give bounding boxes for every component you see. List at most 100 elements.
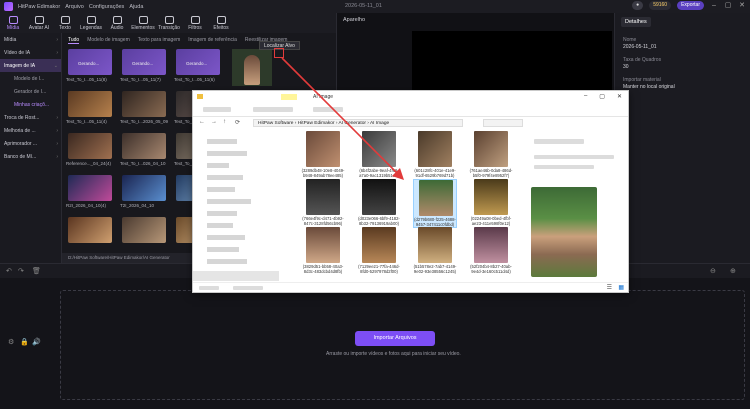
media-thumb[interactable] — [68, 175, 112, 201]
explorer-status-bar: ☰ ▦ — [193, 282, 628, 292]
media-icon — [8, 15, 18, 24]
sidebar-item-midia[interactable]: Mídia › — [0, 33, 61, 46]
breadcrumb[interactable]: HitPaw Software › HitPaw Edimakor › AI G… — [253, 119, 463, 127]
chevron-right-icon: › — [56, 49, 58, 56]
dragged-thumbnail[interactable] — [232, 49, 272, 86]
minimize-icon[interactable]: – — [710, 2, 718, 10]
refresh-icon[interactable]: ⟳ — [235, 119, 240, 126]
media-thumb[interactable] — [122, 91, 166, 117]
back-icon[interactable]: ← — [199, 119, 205, 125]
sidebar-item-troca-rosto[interactable]: Troca de Rost... › — [0, 111, 61, 124]
sidebar-item-video-ia[interactable]: Vídeo de IA › — [0, 46, 61, 59]
file-explorer-window: AI Image – ▢ ✕ ← → ↑ ⟳ HitPaw Software ›… — [192, 90, 629, 293]
detail-value-taxa: 30 — [623, 64, 629, 70]
media-thumb[interactable] — [122, 175, 166, 201]
file-item[interactable]: (51b578e2-7ab7-4149-9e02-93e38556c1245) — [413, 227, 457, 274]
delete-icon[interactable]: 🗑 — [32, 267, 41, 275]
zoom-out-icon[interactable]: ⊖ — [710, 267, 716, 275]
chevron-right-icon: › — [56, 153, 58, 160]
sidebar-item-banco[interactable]: Banco de Mí... › — [0, 150, 61, 163]
media-tab-tudo[interactable]: Tudo — [68, 37, 80, 44]
file-item[interactable]: (02249a08-0bed-4fbf-ae23-411e598f0e12) — [469, 179, 513, 226]
title-bar: HitPaw Edimakor Arquivo Configurações Aj… — [0, 0, 750, 13]
detail-value-importar[interactable]: Manter no local original — [623, 84, 675, 90]
file-item[interactable]: (d023e066-6bf9-4182-8b32-79136919ab00) — [357, 179, 401, 226]
tab-avatar-ai[interactable]: Avatar AI — [26, 13, 52, 33]
details-view-icon[interactable]: ☰ — [607, 284, 612, 291]
chevron-right-icon: › — [56, 127, 58, 134]
tab-efeitos[interactable]: Efeitos — [208, 13, 234, 33]
media-thumb[interactable] — [68, 133, 112, 159]
file-item[interactable]: (761ae46b-0da8-486d-b5f0-979f4e8952f7) — [469, 131, 513, 178]
file-item[interactable]: (52f204b4-8b27-40ab-9e4d-3e160c511d4d) — [469, 227, 513, 274]
tab-detalhes[interactable]: Detalhes — [621, 17, 651, 27]
media-label: Text_To_I...05_11(6) — [174, 77, 215, 82]
redo-icon[interactable]: ↷ — [18, 267, 24, 275]
tab-filtros[interactable]: Filtros — [182, 13, 208, 33]
tab-legendas[interactable]: Legendas — [78, 13, 104, 33]
import-files-button[interactable]: Importar Arquivos — [355, 331, 435, 346]
credits-badge[interactable]: 59160 — [649, 1, 672, 10]
menu-ajuda[interactable]: Ajuda — [129, 4, 143, 10]
media-tab-modelo[interactable]: Modelo de imagem — [87, 37, 130, 44]
tab-texto[interactable]: Texto — [52, 13, 78, 33]
undo-icon[interactable]: ↶ — [6, 267, 12, 275]
media-thumb[interactable]: Gerando... — [176, 49, 220, 75]
up-icon[interactable]: ↑ — [223, 119, 226, 125]
media-thumb[interactable] — [68, 217, 112, 243]
file-item[interactable]: (6b4f2abe-9eaf-4f69-a7a0-9ac1319b51ee) — [357, 131, 401, 178]
file-item-selected[interactable]: (d279b680-f225-4688-9457-347411c0fdbd) — [413, 179, 457, 228]
file-item[interactable]: (7129ee21-77fa-446d-8fd0-5297978d2f00) — [357, 227, 401, 274]
thumbnail-view-icon[interactable]: ▦ — [618, 284, 624, 291]
tab-midia[interactable]: Mídia — [0, 13, 26, 33]
media-label: Text_To_I...05_11(4) — [66, 119, 107, 124]
chevron-right-icon: › — [56, 114, 58, 121]
track-audio-icon[interactable]: 🔊 — [32, 338, 41, 346]
transition-icon — [164, 15, 174, 24]
detail-label-nome: Nome — [623, 37, 637, 43]
file-item[interactable]: (3829d51-bb58-40a3-8d3c-483dcbd4d8fb) — [301, 227, 345, 274]
explorer-maximize-icon[interactable]: ▢ — [599, 93, 605, 100]
sidebar-item-modelo[interactable]: Modelo de I... — [0, 72, 61, 85]
tab-audio[interactable]: Áudio — [104, 13, 130, 33]
explorer-title: AI Image — [313, 94, 334, 100]
track-settings-icon[interactable]: ⚙ — [8, 338, 14, 346]
close-icon[interactable]: ✕ — [738, 2, 746, 10]
media-tab-referencia[interactable]: Imagem de referência — [188, 37, 237, 44]
menu-configuracoes[interactable]: Configurações — [89, 4, 124, 10]
media-thumb[interactable]: Gerando... — [122, 49, 166, 75]
account-avatar[interactable]: ● — [632, 1, 644, 10]
preview-image — [531, 187, 597, 277]
media-label: Text_To_I...05_11(7) — [120, 77, 161, 82]
zoom-in-icon[interactable]: ⊕ — [730, 267, 736, 275]
file-item[interactable]: (766e4f9c-d471-4b92-847c-3128fd56cb96) — [301, 179, 345, 226]
media-thumb[interactable]: Gerando... — [68, 49, 112, 75]
explorer-address-bar: ← → ↑ ⟳ HitPaw Software › HitPaw Edimako… — [193, 117, 628, 129]
tab-transicao[interactable]: Transição — [156, 13, 182, 33]
sidebar-item-aprimorador[interactable]: Aprimorador ... › — [0, 137, 61, 150]
media-thumb[interactable] — [122, 217, 166, 243]
locate-target-button[interactable] — [274, 48, 284, 58]
media-tab-texto[interactable]: Texto para imagem — [138, 37, 181, 44]
export-button[interactable]: Exportar — [677, 1, 704, 10]
details-panel: Detalhes Nome 2026-05-11_01 Taxa de Quad… — [614, 13, 750, 263]
tab-elementos[interactable]: Elementos — [130, 13, 156, 33]
explorer-search-input[interactable] — [483, 119, 523, 127]
media-thumb[interactable] — [122, 133, 166, 159]
file-item[interactable]: (3289db48-10e8-4049-b948-849ab78ee485) — [301, 131, 345, 178]
sidebar-item-imagem-ia[interactable]: Imagem de IA ⌄ — [0, 59, 61, 72]
file-item[interactable]: (601c28fc-401e-41e9-91df-6529b769d71b) — [413, 131, 457, 178]
detail-label-importar: Importar material — [623, 77, 661, 83]
forward-icon[interactable]: → — [211, 119, 217, 125]
menu-arquivo[interactable]: Arquivo — [65, 4, 84, 10]
sidebar-item-gerador[interactable]: Gerador de I... — [0, 85, 61, 98]
sidebar-item-melhoria[interactable]: Melhoria de ... › — [0, 124, 61, 137]
track-lock-icon[interactable]: 🔒 — [20, 338, 29, 346]
explorer-close-icon[interactable]: ✕ — [617, 93, 622, 100]
maximize-icon[interactable]: ▢ — [724, 2, 732, 10]
app-logo-icon — [4, 2, 13, 11]
explorer-minimize-icon[interactable]: – — [584, 93, 587, 100]
media-thumb[interactable] — [68, 91, 112, 117]
media-label: R2I_2026_04_10(4) — [66, 203, 107, 208]
sidebar-item-minhas-criacoes[interactable]: Minhas criaçõ... — [0, 98, 61, 111]
